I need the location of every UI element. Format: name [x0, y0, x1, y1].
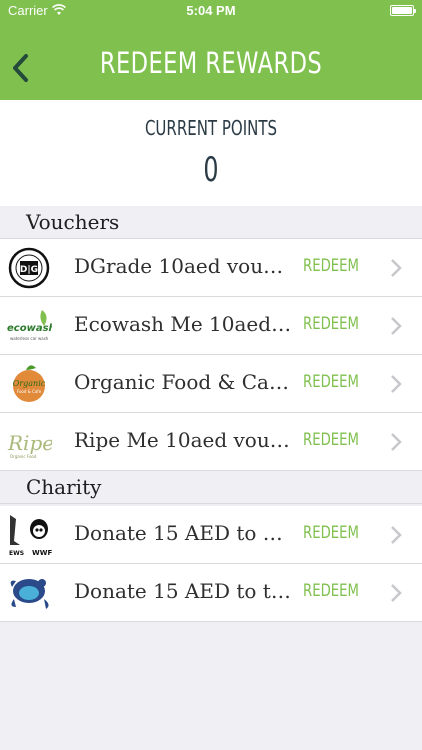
list-item[interactable]: Donate 15 AED to turtle REDEEM	[0, 564, 422, 622]
svg-text:Ripe: Ripe	[7, 431, 52, 455]
turtle-logo-icon	[6, 569, 52, 617]
redeem-button[interactable]: REDEEM	[303, 256, 359, 276]
chevron-right-icon	[391, 375, 402, 393]
redeem-button[interactable]: REDEEM	[303, 430, 359, 450]
list-item[interactable]: Organic Food & Cafe Organic Food & Cafe …	[0, 355, 422, 413]
svg-text:Food & Cafe: Food & Cafe	[17, 389, 42, 394]
chevron-left-icon	[13, 54, 28, 82]
redeem-button[interactable]: REDEEM	[303, 314, 359, 334]
ripe-logo-icon: Ripe Organic Food	[6, 418, 52, 466]
chevron-right-icon	[391, 584, 402, 602]
redeem-button[interactable]: REDEEM	[303, 523, 359, 543]
item-name: Organic Food & Cafe voucher	[74, 370, 292, 394]
item-name: Donate 15 AED to EWS-WWF	[74, 521, 292, 545]
battery-icon	[390, 5, 416, 16]
item-name: Donate 15 AED to turtle	[74, 579, 292, 603]
back-button[interactable]	[6, 50, 36, 86]
svg-text:Organic: Organic	[13, 379, 46, 388]
chevron-right-icon	[391, 433, 402, 451]
section-header-vouchers: Vouchers	[0, 206, 422, 239]
organic-logo-icon: Organic Food & Cafe	[6, 360, 52, 408]
svg-text:ecowash: ecowash	[7, 323, 52, 334]
chevron-right-icon	[391, 526, 402, 544]
dgrade-logo-icon: D|G	[6, 244, 52, 292]
nav-bar: Carrier 5:04 PM REDEEM REWARDS	[0, 0, 422, 100]
redeem-button[interactable]: REDEEM	[303, 372, 359, 392]
ews-wwf-logo-icon: EWS WWF	[6, 511, 52, 559]
section-title: Charity	[26, 475, 102, 499]
points-value: 0	[203, 150, 219, 190]
item-name: Ecowash Me 10aed voucher	[74, 312, 292, 336]
list-item[interactable]: Ripe Organic Food Ripe Me 10aed voucher …	[0, 413, 422, 471]
section-header-charity: Charity	[0, 471, 422, 504]
list-item[interactable]: D|G DGrade 10aed voucher REDEEM	[0, 239, 422, 297]
chevron-right-icon	[391, 259, 402, 277]
item-name: DGrade 10aed voucher	[74, 254, 292, 278]
svg-text:EWS: EWS	[9, 550, 24, 557]
chevron-right-icon	[391, 317, 402, 335]
page-title: REDEEM REWARDS	[99, 46, 323, 80]
redeem-button[interactable]: REDEEM	[303, 581, 359, 601]
svg-text:WWF: WWF	[32, 549, 52, 557]
charity-list: EWS WWF Donate 15 AED to EWS-WWF REDEEM …	[0, 506, 422, 622]
clock: 5:04 PM	[186, 3, 236, 18]
list-item[interactable]: EWS WWF Donate 15 AED to EWS-WWF REDEEM	[0, 506, 422, 564]
ecowash-logo-icon: ecowash waterless car wash	[6, 302, 52, 350]
points-label: CURRENT POINTS	[144, 116, 278, 140]
voucher-list: D|G DGrade 10aed voucher REDEEM ecowash …	[0, 239, 422, 471]
svg-text:Organic Food: Organic Food	[10, 454, 37, 459]
points-panel: CURRENT POINTS 0	[0, 100, 422, 206]
list-item[interactable]: ecowash waterless car wash Ecowash Me 10…	[0, 297, 422, 355]
status-bar: Carrier 5:04 PM	[0, 0, 422, 22]
item-name: Ripe Me 10aed voucher	[74, 428, 292, 452]
section-title: Vouchers	[26, 210, 120, 234]
svg-text:waterless car wash: waterless car wash	[10, 336, 49, 341]
svg-text:D|G: D|G	[20, 265, 38, 275]
